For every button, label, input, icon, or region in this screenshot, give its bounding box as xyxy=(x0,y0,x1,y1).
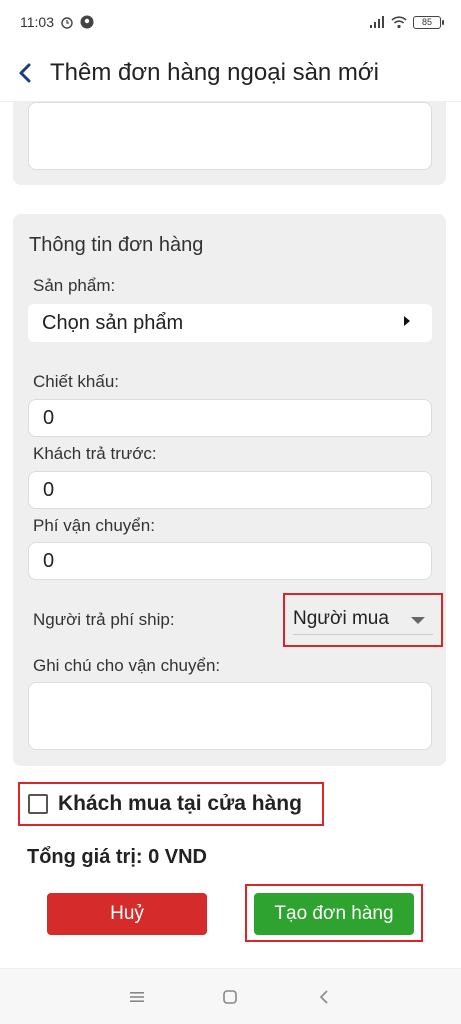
system-nav-bar xyxy=(0,968,461,1024)
order-total: Tổng giá trị: 0 VND xyxy=(27,846,207,868)
in-store-label: Khách mua tại cửa hàng xyxy=(58,792,302,815)
caret-right-icon xyxy=(404,316,410,326)
ship-payer-dropdown[interactable]: Người mua xyxy=(283,593,443,647)
create-order-button[interactable]: Tạo đơn hàng xyxy=(254,893,414,935)
previous-note-textarea[interactable] xyxy=(28,102,432,170)
shipping-fee-value: 0 xyxy=(43,549,55,572)
shipping-fee-label: Phí vận chuyển: xyxy=(33,516,155,535)
page-title: Thêm đơn hàng ngoại sàn mới xyxy=(50,58,379,86)
prepaid-value: 0 xyxy=(43,478,55,501)
prepaid-label: Khách trả trước: xyxy=(33,444,157,463)
menu-icon[interactable] xyxy=(126,986,148,1008)
order-info-card: Thông tin đơn hàng Sản phẩm: Chọn sản ph… xyxy=(13,214,446,766)
battery-level: 85 xyxy=(421,17,432,27)
cancel-button[interactable]: Huỷ xyxy=(47,893,207,935)
app-bar: Thêm đơn hàng ngoại sàn mới xyxy=(0,44,461,102)
discount-label: Chiết khấu: xyxy=(33,372,119,391)
in-store-checkbox[interactable] xyxy=(28,794,48,814)
back-icon[interactable] xyxy=(313,986,335,1008)
dropdown-underline xyxy=(293,634,433,635)
status-time: 11:03 xyxy=(20,14,54,30)
signal-icon xyxy=(369,15,384,29)
ship-payer-value: Người mua xyxy=(293,608,389,629)
dropdown-arrow-icon xyxy=(411,617,425,624)
product-select-value: Chọn sản phẩm xyxy=(42,311,184,334)
shipping-note-textarea[interactable] xyxy=(28,682,432,750)
product-select[interactable]: Chọn sản phẩm xyxy=(28,304,432,342)
wifi-icon xyxy=(391,15,407,29)
alarm-icon xyxy=(60,15,74,29)
shipping-note-label: Ghi chú cho vận chuyển: xyxy=(33,656,221,675)
previous-section-card xyxy=(13,92,446,185)
product-label: Sản phẩm: xyxy=(33,276,116,295)
order-info-title: Thông tin đơn hàng xyxy=(29,234,204,256)
discount-value: 0 xyxy=(43,406,55,429)
prepaid-input[interactable]: 0 xyxy=(28,471,432,509)
shipping-fee-input[interactable]: 0 xyxy=(28,542,432,580)
discount-input[interactable]: 0 xyxy=(28,399,432,437)
back-arrow-icon[interactable] xyxy=(18,62,40,84)
in-store-checkbox-row[interactable]: Khách mua tại cửa hàng xyxy=(18,782,324,826)
app-notification-icon xyxy=(80,15,94,29)
ship-payer-label: Người trả phí ship: xyxy=(33,610,175,629)
status-bar: 11:03 85 xyxy=(0,0,461,44)
home-icon[interactable] xyxy=(219,986,241,1008)
battery-icon: 85 xyxy=(413,15,444,29)
